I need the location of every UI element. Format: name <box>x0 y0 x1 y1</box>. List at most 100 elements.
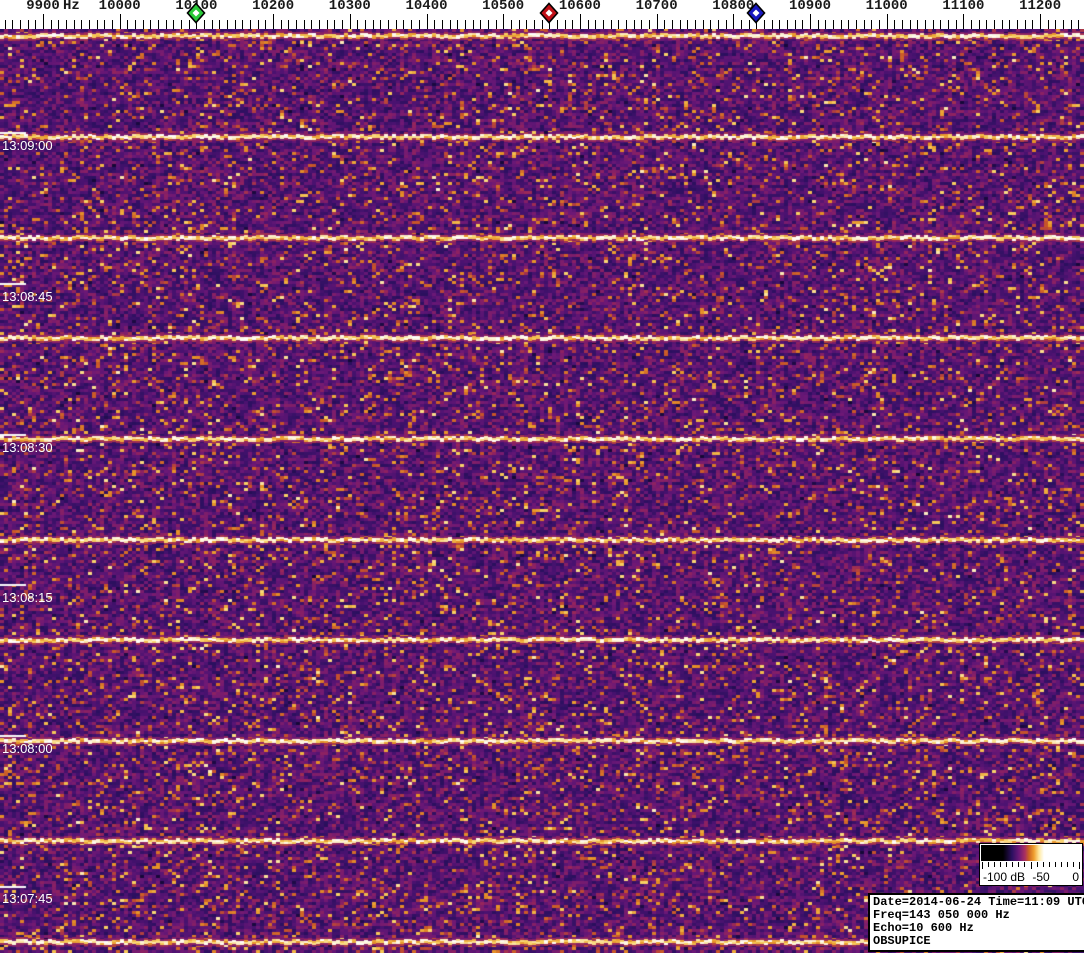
freq-tick-major <box>273 14 275 29</box>
colorbar-tick <box>994 862 995 867</box>
colorbar-tick <box>1037 862 1038 867</box>
freq-tick-minor <box>480 20 482 29</box>
freq-label: 10900 <box>788 0 832 14</box>
freq-tick-minor <box>955 20 957 29</box>
freq-tick-major <box>656 14 658 29</box>
colorbar-tick <box>1018 862 1019 867</box>
colorbar-tick <box>1055 862 1056 867</box>
freq-tick-minor <box>449 20 451 29</box>
freq-tick-minor <box>510 20 512 29</box>
freq-tick-minor <box>779 20 781 29</box>
freq-tick-minor <box>265 20 267 29</box>
freq-tick-minor <box>702 20 704 29</box>
freq-tick-minor <box>165 20 167 29</box>
freq-tick-minor <box>495 20 497 29</box>
freq-tick-minor <box>694 20 696 29</box>
freq-label: 9900 <box>26 0 60 14</box>
freq-label: 10000 <box>98 0 141 14</box>
colorbar-min-label: -100 dB <box>983 870 1026 884</box>
time-label: 13:08:15 <box>2 590 53 605</box>
freq-tick-minor <box>725 20 727 29</box>
freq-tick-minor <box>319 20 321 29</box>
colorbar-tick <box>1000 862 1001 867</box>
freq-unit-label: Hz <box>62 0 80 14</box>
freq-tick-minor <box>618 20 620 29</box>
freq-tick-minor <box>73 20 75 29</box>
freq-tick-minor <box>342 20 344 29</box>
freq-tick-minor <box>587 20 589 29</box>
freq-tick-minor <box>802 20 804 29</box>
freq-tick-minor <box>142 20 144 29</box>
freq-tick-minor <box>940 20 942 29</box>
freq-tick-minor <box>1063 20 1065 29</box>
freq-tick-minor <box>641 20 643 29</box>
freq-tick-major <box>1040 14 1042 29</box>
freq-tick-minor <box>986 20 988 29</box>
frequency-ruler: 9900100001010010200103001040010500106001… <box>0 0 1084 29</box>
freq-tick-minor <box>671 20 673 29</box>
colorbar-max-label: 0 <box>1072 870 1079 884</box>
freq-tick-minor <box>4 20 6 29</box>
freq-tick-minor <box>932 20 934 29</box>
waterfall-spectrogram <box>0 29 1084 953</box>
freq-tick-minor <box>948 20 949 29</box>
freq-tick-minor <box>135 20 136 29</box>
freq-tick-minor <box>127 20 129 29</box>
colorbar-gradient <box>981 845 1081 861</box>
freq-tick-minor <box>158 20 159 29</box>
blue-marker-diamond[interactable] <box>746 2 766 24</box>
freq-tick-minor <box>1047 20 1049 29</box>
freq-tick-minor <box>848 20 850 29</box>
freq-tick-minor <box>771 20 773 29</box>
red-marker-diamond[interactable] <box>539 2 559 24</box>
freq-tick-major <box>43 14 44 29</box>
freq-tick-minor <box>464 20 466 29</box>
freq-tick-minor <box>104 20 106 29</box>
freq-tick-major <box>733 14 735 29</box>
time-label: 13:09:00 <box>2 138 53 153</box>
freq-tick-minor <box>257 20 259 29</box>
freq-tick-minor <box>441 20 443 29</box>
freq-tick-major <box>963 14 965 29</box>
freq-tick-major <box>579 14 581 29</box>
freq-label: 10200 <box>252 0 295 14</box>
freq-tick-minor <box>894 20 896 29</box>
colorbar-tick <box>1006 862 1007 867</box>
freq-tick-minor <box>648 20 650 29</box>
time-label: 13:07:45 <box>2 891 53 906</box>
freq-tick-minor <box>917 20 919 29</box>
colorbar-tick <box>1043 862 1044 867</box>
time-label: 13:08:45 <box>2 289 53 304</box>
freq-tick-minor <box>909 20 911 29</box>
green-marker-diamond[interactable] <box>186 2 206 24</box>
freq-tick-minor <box>1001 20 1003 29</box>
freq-tick-minor <box>403 20 405 29</box>
freq-tick-minor <box>434 20 436 29</box>
freq-label: 10600 <box>558 0 601 14</box>
time-label: 13:08:00 <box>2 741 53 756</box>
freq-tick-minor <box>242 20 244 29</box>
freq-tick-minor <box>395 20 397 29</box>
colorbar-tick <box>1024 862 1025 867</box>
freq-tick-major <box>349 14 351 29</box>
colorbar-tick <box>1073 862 1074 867</box>
colorbar-tick <box>982 862 983 869</box>
freq-tick-minor <box>58 20 60 29</box>
freq-tick-minor <box>211 20 213 29</box>
freq-tick-minor <box>227 20 228 29</box>
freq-tick-minor <box>311 20 313 29</box>
freq-label: 11000 <box>865 0 908 14</box>
colorbar-tick <box>1031 862 1032 869</box>
freq-label: 10500 <box>482 0 525 14</box>
freq-tick-minor <box>664 20 666 29</box>
freq-tick-minor <box>89 20 90 29</box>
freq-tick-minor <box>786 20 788 29</box>
freq-label: 10700 <box>635 0 678 14</box>
freq-tick-minor <box>12 20 14 29</box>
colorbar-tick <box>1079 862 1080 869</box>
freq-tick-minor <box>411 20 413 29</box>
freq-tick-major <box>119 14 121 29</box>
freq-tick-minor <box>633 20 635 29</box>
freq-tick-major <box>426 14 428 29</box>
freq-tick-minor <box>902 20 903 29</box>
